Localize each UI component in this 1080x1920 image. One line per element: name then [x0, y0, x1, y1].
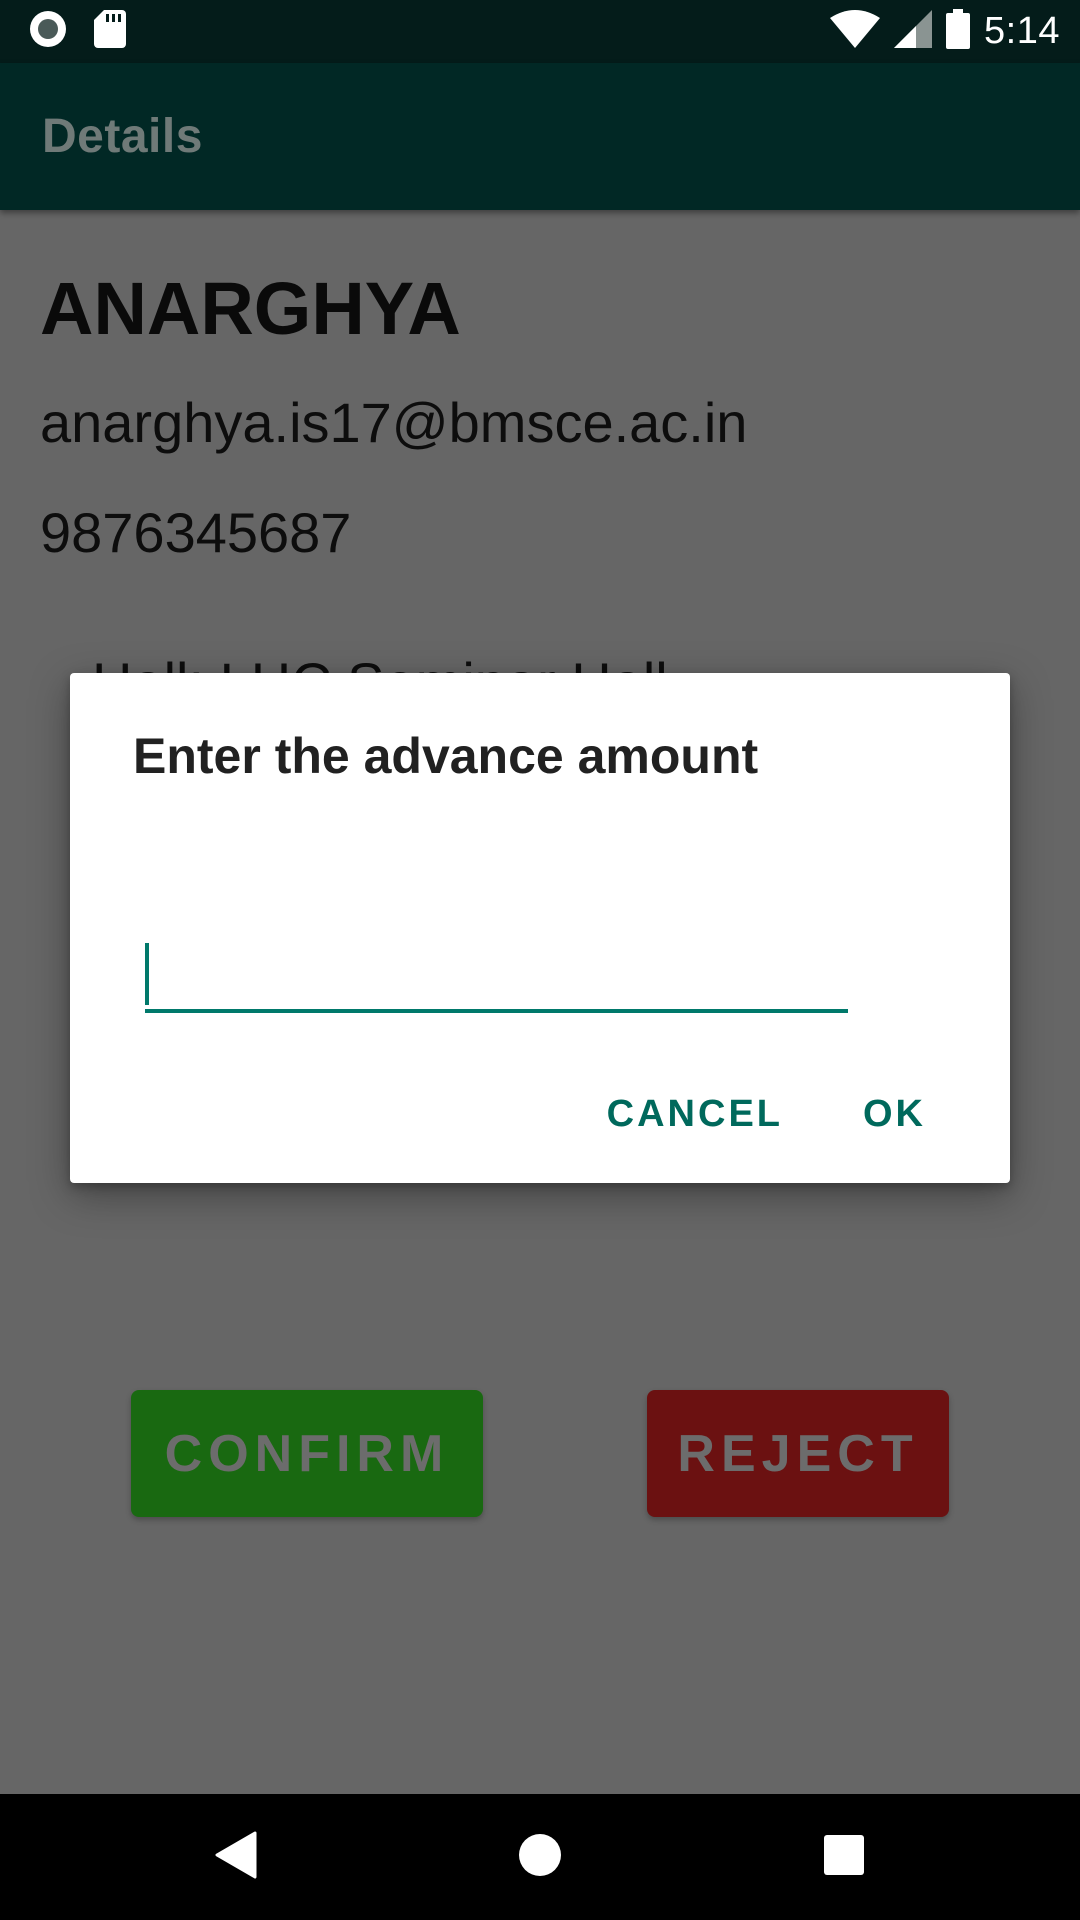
- status-time: 5:14: [984, 10, 1060, 52]
- home-button[interactable]: [470, 1794, 610, 1920]
- signal-icon: [894, 10, 933, 53]
- sd-card-icon: [94, 10, 126, 53]
- screen: 5:14 Details ANARGHYA anarghya.is17@bmsc…: [0, 0, 1080, 1920]
- advance-amount-input[interactable]: [145, 943, 848, 1013]
- status-right: 5:14: [816, 9, 1060, 54]
- wifi-icon: [830, 10, 881, 53]
- dialog-actions: CANCEL OK: [607, 1083, 926, 1146]
- ok-button[interactable]: OK: [863, 1083, 926, 1146]
- app-bar: Details: [0, 63, 1080, 210]
- customer-phone: 9876345687: [40, 501, 352, 564]
- recents-icon: [824, 1834, 864, 1880]
- app-title: Details: [42, 110, 203, 163]
- home-icon: [518, 1833, 562, 1882]
- text-cursor: [145, 943, 149, 1005]
- reject-button[interactable]: REJECT: [647, 1390, 949, 1517]
- dialog-title: Enter the advance amount: [133, 728, 759, 784]
- battery-icon: [946, 9, 971, 54]
- radio-button-icon: [28, 9, 68, 54]
- back-icon: [215, 1831, 257, 1884]
- back-button[interactable]: [166, 1794, 306, 1920]
- status-bar: 5:14: [0, 0, 1080, 63]
- customer-email: anarghya.is17@bmsce.ac.in: [40, 391, 748, 454]
- recents-button[interactable]: [774, 1794, 914, 1920]
- navigation-bar: [0, 1794, 1080, 1920]
- customer-name: ANARGHYA: [40, 267, 461, 350]
- advance-amount-dialog: Enter the advance amount CANCEL OK: [70, 673, 1010, 1183]
- cancel-button[interactable]: CANCEL: [607, 1083, 783, 1146]
- status-left: [28, 9, 152, 54]
- confirm-button[interactable]: CONFIRM: [131, 1390, 483, 1517]
